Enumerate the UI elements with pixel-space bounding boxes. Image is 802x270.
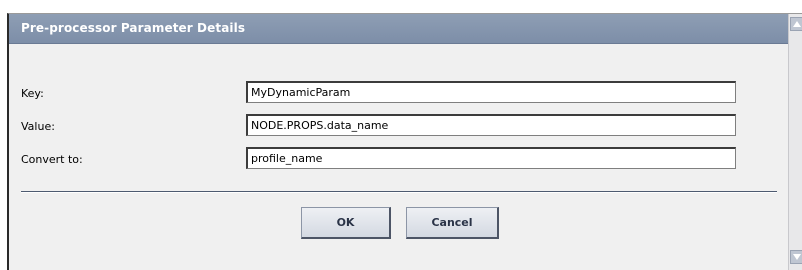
value-input[interactable] bbox=[246, 114, 736, 136]
ok-button[interactable]: OK bbox=[301, 207, 391, 239]
scroll-up-button[interactable] bbox=[790, 17, 802, 31]
panel-titlebar: Pre-processor Parameter Details bbox=[9, 14, 788, 44]
scroll-down-icon bbox=[793, 254, 801, 260]
key-label: Key: bbox=[21, 87, 44, 100]
convert-to-label: Convert to: bbox=[21, 153, 83, 166]
scroll-down-button[interactable] bbox=[790, 250, 802, 264]
window-frame-top bbox=[0, 0, 802, 13]
convert-to-input[interactable] bbox=[246, 147, 736, 169]
cancel-button[interactable]: Cancel bbox=[406, 207, 499, 239]
form-divider-highlight bbox=[21, 192, 777, 193]
parameter-details-panel: Pre-processor Parameter Details Key: Val… bbox=[7, 13, 802, 270]
key-input[interactable] bbox=[246, 81, 736, 103]
vertical-scrollbar[interactable] bbox=[788, 14, 802, 270]
value-label: Value: bbox=[21, 120, 55, 133]
scroll-up-icon bbox=[793, 21, 801, 27]
panel-title: Pre-processor Parameter Details bbox=[21, 21, 246, 35]
